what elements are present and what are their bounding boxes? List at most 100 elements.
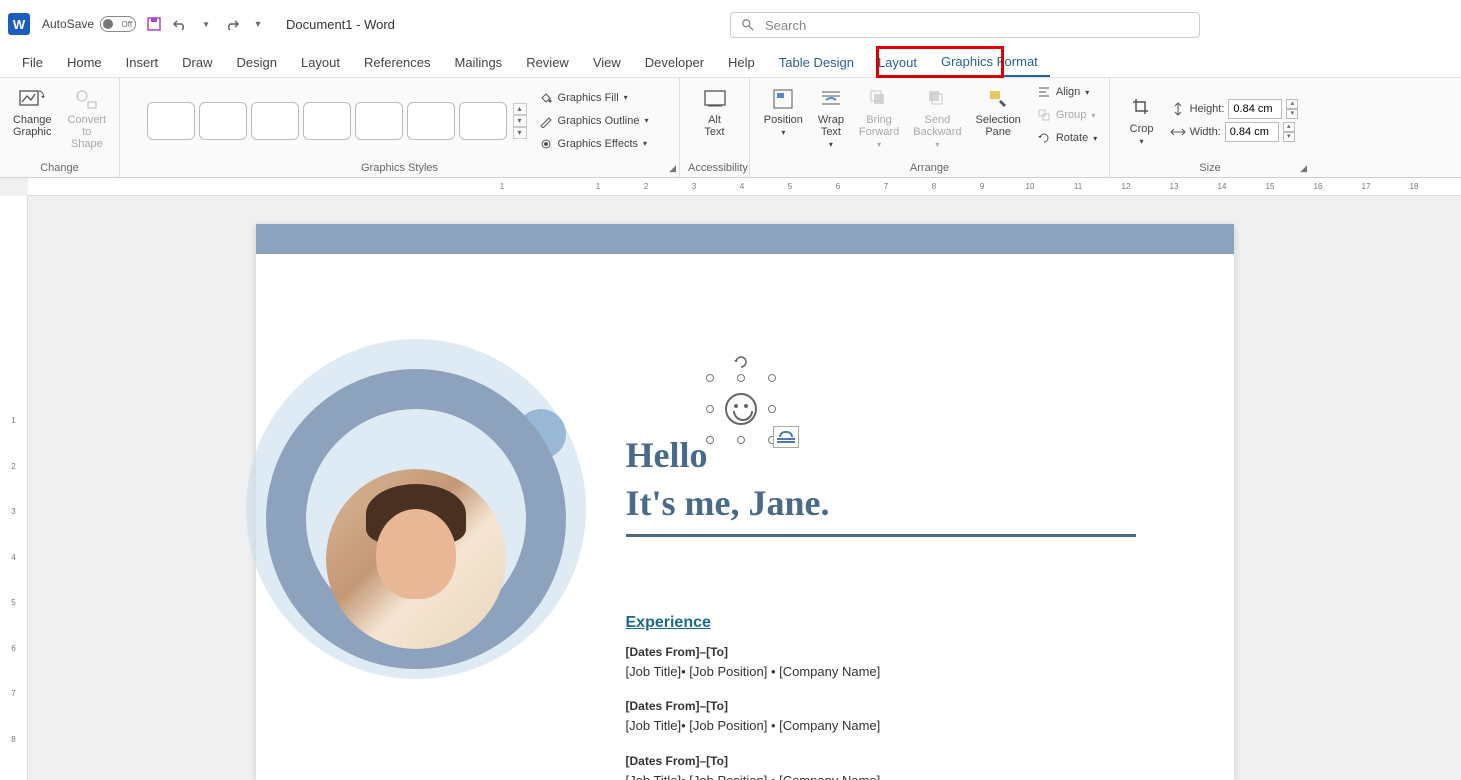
hello-heading[interactable]: Hello [626,434,708,476]
tab-review[interactable]: Review [514,49,581,76]
tab-references[interactable]: References [352,49,442,76]
undo-dropdown-icon[interactable]: ▼ [198,16,214,32]
ruler-tick: 1 [574,182,622,191]
height-icon [1170,102,1186,116]
crop-button[interactable]: Crop▾ [1122,91,1162,150]
experience-entry-3[interactable]: [Dates From]–[To] [Job Title]• [Job Posi… [626,751,881,780]
save-icon[interactable] [146,16,162,32]
width-spinner[interactable]: ▴▾ [1283,122,1295,142]
tab-table-design[interactable]: Table Design [767,49,866,76]
qat-customize-icon[interactable]: ▾ [250,16,266,32]
ruler-tick: 16 [1294,182,1342,191]
handle-s[interactable] [737,436,745,444]
selected-graphic[interactable] [716,384,766,434]
layout-options-button[interactable] [773,426,799,448]
ruler-tick: 6 [11,644,15,690]
handle-ne[interactable] [768,374,776,382]
width-input[interactable] [1225,122,1279,142]
tab-ctx-layout[interactable]: Layout [866,49,929,76]
position-button[interactable]: Position▾ [758,82,809,141]
selection-pane-button[interactable]: Selection Pane [970,82,1027,142]
send-backward-button[interactable]: Send Backward▾ [907,82,967,153]
handle-w[interactable] [706,405,714,413]
ruler-tick: 2 [11,462,15,508]
tab-help[interactable]: Help [716,49,767,76]
tab-developer[interactable]: Developer [633,49,716,76]
tab-draw[interactable]: Draw [170,49,224,76]
itsme-heading[interactable]: It's me, Jane. [626,482,830,524]
autosave-label: AutoSave [42,17,94,31]
profile-photo[interactable] [326,469,506,649]
ruler-tick: 8 [910,182,958,191]
photo-face [376,509,456,599]
style-thumb-1[interactable] [147,102,195,140]
search-placeholder: Search [765,18,806,33]
bring-forward-button[interactable]: Bring Forward▾ [853,82,905,153]
document-page[interactable]: Hello It's me, Jane. Experience [Dates F… [256,224,1234,780]
tab-file[interactable]: File [10,49,55,76]
undo-icon[interactable] [172,16,188,32]
position-icon [769,86,797,112]
ruler-tick: 15 [1246,182,1294,191]
resume-graphic [246,279,616,749]
crop-icon [1128,95,1156,121]
style-thumb-6[interactable] [407,102,455,140]
handle-e[interactable] [768,405,776,413]
graphics-effects-button[interactable]: Graphics Effects▾ [535,134,653,154]
alt-text-icon [701,86,729,112]
selection-handles [710,378,772,440]
tab-mailings[interactable]: Mailings [443,49,515,76]
chevron-down-icon: ▾ [624,93,628,102]
experience-entry-1[interactable]: [Dates From]–[To] [Job Title]• [Job Posi… [626,642,881,682]
align-button[interactable]: Align▾ [1033,82,1101,102]
convert-to-shape-button[interactable]: Convert to Shape [62,82,113,154]
styles-dialog-launcher-icon[interactable]: ◢ [669,163,676,174]
autosave-pill[interactable]: Off [100,16,136,32]
exp2-line: [Job Title]• [Job Position] • [Company N… [626,716,881,736]
graphics-fill-button[interactable]: Graphics Fill▾ [535,88,653,108]
height-input[interactable] [1228,99,1282,119]
style-thumb-4[interactable] [303,102,351,140]
tab-design[interactable]: Design [225,49,289,76]
style-thumb-7[interactable] [459,102,507,140]
height-spinner[interactable]: ▴▾ [1286,99,1298,119]
change-graphic-button[interactable]: Change Graphic [7,82,58,142]
handle-nw[interactable] [706,374,714,382]
send-backward-icon [923,86,951,112]
styles-gallery[interactable]: ▴▾▾ [147,102,527,140]
tab-graphics-format[interactable]: Graphics Format [929,48,1050,77]
ruler-tick: 3 [11,507,15,553]
align-icon [1037,85,1051,99]
experience-entry-2[interactable]: [Dates From]–[To] [Job Title]• [Job Posi… [626,696,881,736]
tab-insert[interactable]: Insert [114,49,171,76]
style-thumb-2[interactable] [199,102,247,140]
size-dialog-launcher-icon[interactable]: ◢ [1300,163,1307,174]
width-icon [1170,125,1186,139]
canvas[interactable]: Hello It's me, Jane. Experience [Dates F… [28,196,1461,780]
rotate-handle-icon[interactable] [733,354,749,370]
exp2-dates: [Dates From]–[To] [626,696,881,716]
style-thumb-5[interactable] [355,102,403,140]
ruler-tick: 12 [1102,182,1150,191]
section-experience[interactable]: Experience [626,614,711,632]
graphics-outline-button[interactable]: Graphics Outline▾ [535,111,653,131]
document-title: Document1 - Word [286,17,395,32]
tab-home[interactable]: Home [55,49,114,76]
group-accessibility: Alt Text Accessibility [680,78,750,177]
quick-access-toolbar: ▼ ▾ [146,16,266,32]
wrap-text-button[interactable]: Wrap Text▾ [811,82,851,153]
search-box[interactable]: Search [730,12,1200,38]
tab-view[interactable]: View [581,49,633,76]
ruler-vertical[interactable]: 12345678 [0,196,28,780]
group-button[interactable]: Group▾ [1033,105,1101,125]
style-thumb-3[interactable] [251,102,299,140]
gallery-scroll[interactable]: ▴▾▾ [513,103,527,139]
alt-text-button[interactable]: Alt Text [695,82,735,142]
autosave-toggle[interactable]: AutoSave Off [42,16,136,32]
handle-n[interactable] [737,374,745,382]
rotate-button[interactable]: Rotate▾ [1033,128,1101,148]
redo-icon[interactable] [224,16,240,32]
ruler-horizontal[interactable]: 1123456789101112131415161718 [28,178,1461,196]
chevron-down-icon: ▾ [643,139,647,148]
tab-layout[interactable]: Layout [289,49,352,76]
